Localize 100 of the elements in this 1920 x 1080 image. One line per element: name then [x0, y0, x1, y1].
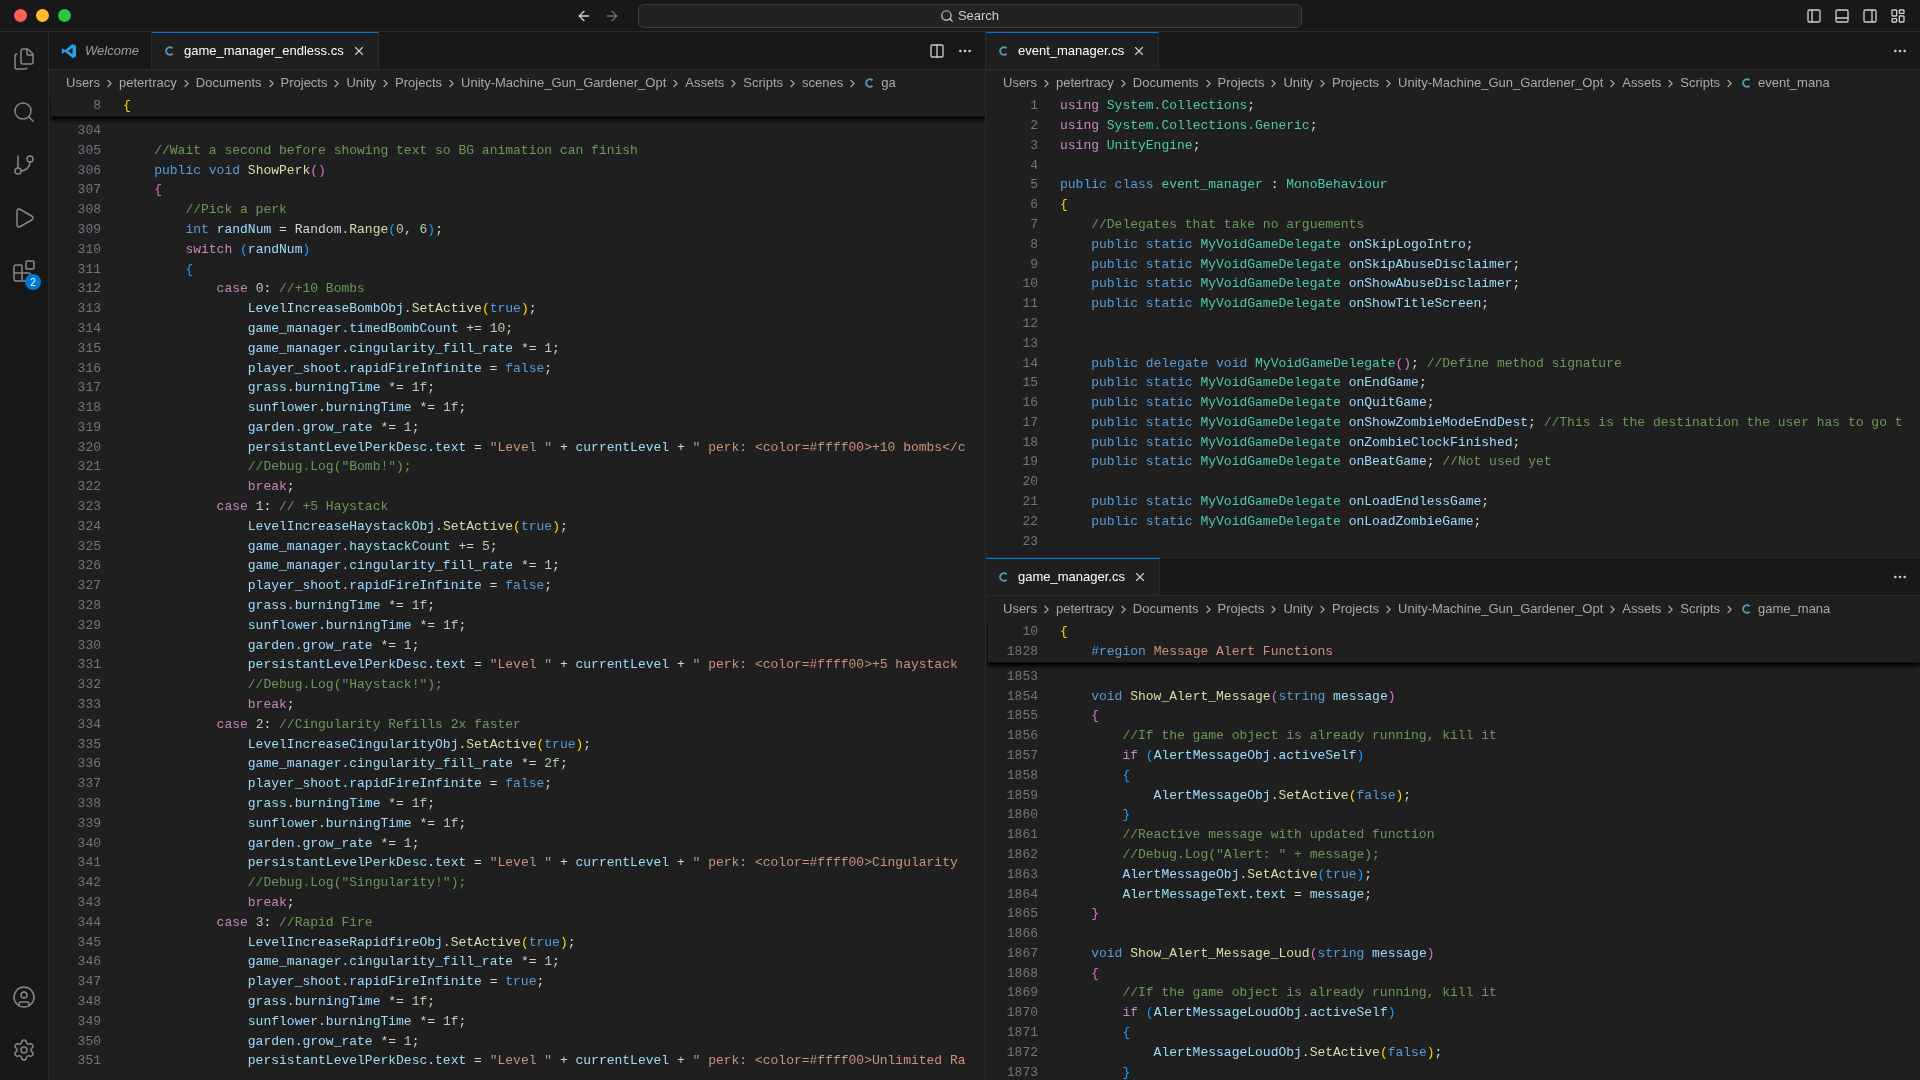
code-line: LevelIncreaseCingularityObj.SetActive(true);: [246, 735, 592, 754]
breadcrumb-item[interactable]: event_mana: [1758, 73, 1830, 93]
code-line: break;: [246, 696, 295, 715]
code-line: player_shoot.rapidFireInfinite = false;: [246, 577, 553, 596]
breadcrumb-item[interactable]: Projects: [1332, 73, 1380, 93]
breadcrumb-item[interactable]: petertracy: [118, 73, 177, 93]
code-line: using System.Collections;: [1060, 97, 1256, 116]
line-number: 1870: [1005, 1004, 1038, 1023]
line-number: 1858: [1005, 766, 1038, 785]
code-line: //Pick a perk: [184, 201, 287, 220]
breadcrumb-item[interactable]: Unity: [1283, 599, 1314, 619]
breadcrumb-item[interactable]: Documents: [1132, 599, 1199, 619]
breadcrumb-item[interactable]: Projects: [1217, 73, 1265, 93]
line-number: 314: [76, 319, 101, 338]
code-line: LevelIncreaseRapidfireObj.SetActive(true);: [246, 933, 576, 952]
line-number: 13: [1021, 334, 1038, 353]
breadcrumb-item[interactable]: Unity: [1283, 73, 1314, 93]
breadcrumb-item[interactable]: Projects: [280, 73, 328, 93]
breadcrumb-item[interactable]: Scripts: [1680, 73, 1721, 93]
line-number: 1854: [1005, 687, 1038, 706]
line-number: 347: [76, 973, 101, 992]
line-number: 19: [1021, 453, 1038, 472]
line-number: 18: [1021, 433, 1038, 452]
breadcrumb-item[interactable]: Unity-Machine_Gun_Gardener_Opt: [1398, 599, 1604, 619]
code-line: //If the game object is already running, kill it: [1121, 984, 1497, 1003]
breadcrumb-item[interactable]: Projects: [1332, 599, 1380, 619]
branch-icon[interactable]: [12, 152, 36, 177]
layout-icon[interactable]: [1890, 7, 1906, 24]
split-editor-icon[interactable]: [929, 42, 945, 59]
breadcrumb-item[interactable]: Users: [66, 73, 100, 93]
breadcrumb-item[interactable]: Unity-Machine_Gun_Gardener_Opt: [1398, 73, 1604, 93]
line-number: 350: [76, 1032, 101, 1051]
code-line: //Debug.Log("Alert: " + message);: [1121, 845, 1380, 864]
code-line: {: [1121, 1024, 1131, 1043]
line-number: 338: [76, 795, 101, 814]
editor-tab[interactable]: game_manager.cs: [986, 558, 1160, 595]
breadcrumb-item[interactable]: Users: [1003, 73, 1037, 93]
editor-tab[interactable]: game_manager_endless.cs: [151, 32, 379, 69]
line-number: 320: [76, 438, 101, 457]
code-line: sunflower.burningTime *= 1f;: [246, 814, 467, 833]
line-number: 349: [76, 1012, 101, 1031]
breadcrumb-item[interactable]: Assets: [1622, 599, 1662, 619]
line-number: 1862: [1005, 845, 1038, 864]
code-line: AlertMessageObj.SetActive(false);: [1152, 786, 1412, 805]
line-number: 5: [1029, 176, 1038, 195]
breadcrumb-item[interactable]: ga: [881, 73, 896, 93]
command-center[interactable]: Search: [637, 3, 1302, 28]
sidebar-toggle-icon[interactable]: [1806, 7, 1822, 24]
code-line: //Debug.Log("Haystack!");: [246, 676, 443, 695]
breadcrumb-item[interactable]: petertracy: [1055, 599, 1114, 619]
files-icon[interactable]: [12, 46, 36, 71]
line-number: 342: [76, 874, 101, 893]
secondary-sidebar-icon[interactable]: [1862, 7, 1878, 24]
line-number: 16: [1021, 394, 1038, 413]
code-line: break;: [246, 478, 295, 497]
file-icon: [998, 45, 1010, 57]
code-line: #region Message Alert Functions: [1090, 642, 1334, 661]
code-line: LevelIncreaseBombObj.SetActive(true);: [246, 300, 537, 319]
line-number: 1856: [1005, 727, 1038, 746]
line-number: 8: [1029, 235, 1038, 254]
breadcrumb-item[interactable]: Unity-Machine_Gun_Gardener_Opt: [461, 73, 667, 93]
line-number: 20: [1021, 473, 1038, 492]
file-icon: [998, 571, 1010, 583]
breadcrumb-item[interactable]: Users: [1003, 599, 1037, 619]
line-number: 327: [76, 577, 101, 596]
editor-tab[interactable]: event_manager.cs: [986, 32, 1160, 69]
code-line: public class event_manager : MonoBehaviour: [1060, 176, 1388, 195]
breadcrumb-item[interactable]: game_mana: [1758, 599, 1831, 619]
breadcrumb-item[interactable]: Documents: [1132, 73, 1199, 93]
line-number: 309: [76, 220, 101, 239]
file-icon: [163, 45, 176, 57]
breadcrumb-item[interactable]: petertracy: [1055, 73, 1114, 93]
breadcrumb-item[interactable]: Projects: [1217, 599, 1265, 619]
line-number: 1869: [1005, 984, 1038, 1003]
breadcrumb-item[interactable]: Scripts: [743, 73, 784, 93]
settings-icon[interactable]: [12, 1037, 36, 1062]
code-line: using System.Collections.Generic;: [1060, 116, 1318, 135]
line-number: 12: [1021, 314, 1038, 333]
line-number: 332: [76, 676, 101, 695]
breadcrumb-item[interactable]: Assets: [685, 73, 725, 93]
code-line: {: [1121, 766, 1131, 785]
breadcrumb-item[interactable]: Assets: [1622, 73, 1662, 93]
code-line: {: [184, 260, 194, 279]
breadcrumb-item[interactable]: Unity: [346, 73, 377, 93]
breadcrumb-item[interactable]: Projects: [395, 73, 443, 93]
line-number: 1866: [1005, 925, 1038, 944]
line-number: 310: [76, 240, 101, 259]
code-line: {: [153, 181, 162, 200]
panel-toggle-icon[interactable]: [1834, 7, 1850, 24]
search-icon[interactable]: [12, 99, 36, 124]
account-icon[interactable]: [12, 984, 36, 1009]
code-line: sunflower.burningTime *= 1f;: [246, 399, 467, 418]
line-number: 341: [76, 854, 101, 873]
breadcrumb-item[interactable]: Documents: [195, 73, 262, 93]
breadcrumb-item[interactable]: scenes: [802, 73, 844, 93]
code-line: //Wait a second before showing text so BG animation can finish: [153, 141, 638, 160]
breadcrumb-item[interactable]: Scripts: [1680, 599, 1721, 619]
code-line: {: [1060, 623, 1068, 642]
line-number: 22: [1021, 512, 1038, 531]
line-number: 344: [76, 913, 101, 932]
